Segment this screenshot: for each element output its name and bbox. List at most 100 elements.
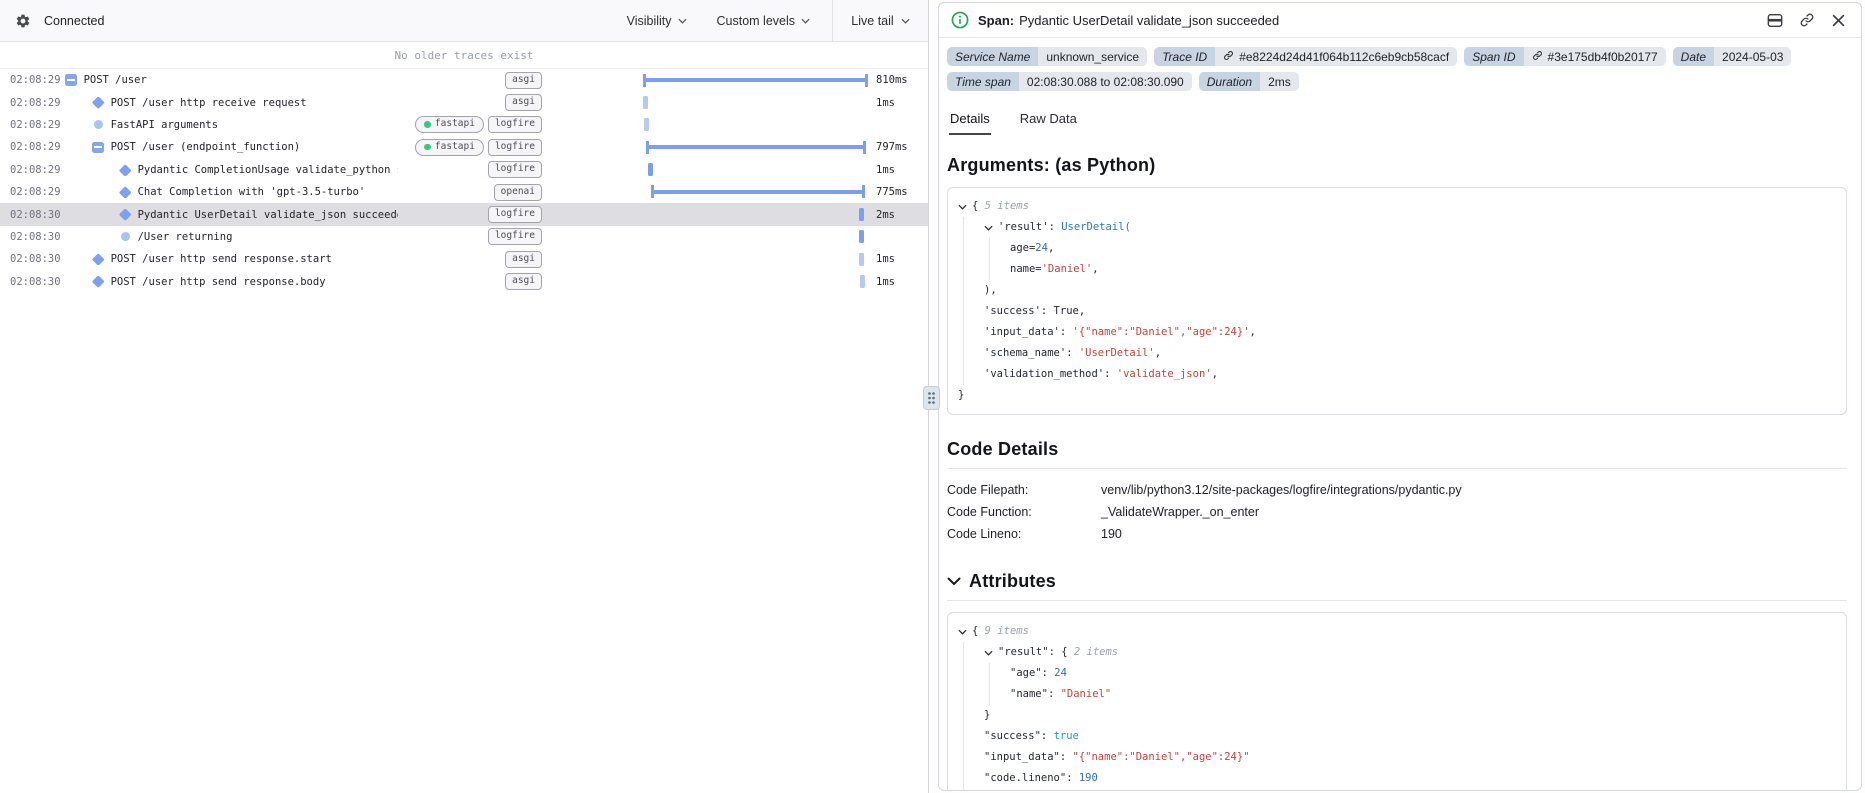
badge-value[interactable]: #3e175db4f0b20177	[1523, 47, 1666, 66]
token: :	[1059, 326, 1073, 338]
json-line: age= 24,	[958, 238, 1836, 259]
trace-row[interactable]: 02:08:30 POST /user http send response.bo…	[0, 271, 928, 293]
code-detail-row: Code Lineno: 190	[947, 523, 1847, 545]
tag-asgi: asgi	[505, 94, 542, 112]
token: UserDetail(	[1061, 221, 1131, 233]
trace-row-label: POST /user	[83, 74, 147, 87]
trace-row[interactable]: 02:08:29 POST /user asgi 810ms	[0, 69, 928, 91]
trace-row-label: /User returning	[137, 230, 233, 243]
token: }	[984, 709, 991, 721]
tab-details[interactable]: Details	[949, 107, 991, 135]
trace-row[interactable]: 02:08:29 FastAPI arguments fastapi logfire	[0, 114, 928, 136]
trace-row[interactable]: 02:08:30/User returning logfire	[0, 226, 928, 248]
close-icon[interactable]	[1830, 12, 1847, 29]
span-diamond-icon	[119, 186, 132, 199]
token: : {	[1048, 646, 1074, 658]
json-line: 'validation_method': 'validate_json',	[958, 364, 1836, 385]
trace-row-tags: asgi	[398, 71, 548, 89]
tag-logfire: logfire	[487, 228, 542, 246]
gear-icon[interactable]	[14, 12, 31, 29]
badge-row: Service Name unknown_service Trace ID #e822…	[947, 47, 1847, 66]
trace-row-tags: asgi	[398, 273, 548, 291]
trace-row-tags: fastapi logfire	[398, 138, 548, 156]
chevron-down-icon[interactable]	[984, 642, 998, 663]
token: :	[1104, 368, 1117, 380]
chevron-down-icon[interactable]	[984, 217, 998, 238]
attributes-json-tree: { 9 items "result": { 2 items "age": 24 "na…	[947, 612, 1847, 790]
trace-row[interactable]: 02:08:29 Chat Completion with 'gpt-3.5-tu…	[0, 181, 928, 203]
trace-row-main: POST /user (endpoint_function)	[61, 141, 398, 153]
token: :	[1059, 751, 1073, 763]
badge-time-span: Time span 02:08:30.088 to 02:08:30.090	[947, 72, 1192, 91]
trace-row-time: 02:08:30	[10, 208, 61, 221]
token: 24	[1035, 242, 1048, 254]
tab-raw-data[interactable]: Raw Data	[1019, 107, 1078, 135]
trace-row-timeline	[548, 136, 870, 158]
trace-row-label: POST /user (endpoint_function)	[110, 141, 301, 154]
collapse-minus-square-icon[interactable]	[92, 141, 105, 154]
duration-tick	[859, 230, 864, 244]
trace-row-timeline	[548, 114, 870, 136]
trace-row-timeline	[548, 181, 870, 203]
badge-value: 02:08:30.088 to 02:08:30.090	[1018, 72, 1192, 91]
badge-label: Span ID	[1464, 47, 1524, 66]
token: ),	[984, 284, 997, 296]
token: ,	[1211, 368, 1218, 380]
span-meta-badges: Service Name unknown_service Trace ID #e822…	[947, 47, 1847, 91]
token: 9 items	[984, 625, 1029, 637]
trace-row-main: POST /user	[61, 74, 398, 86]
span-detail-panel: Span: Pydantic UserDetail validate_json …	[938, 2, 1862, 791]
trace-row[interactable]: 02:08:29 POST /user http receive request a…	[0, 91, 928, 113]
indent-guide	[958, 663, 984, 684]
token: 'validate_json'	[1116, 368, 1212, 380]
json-line: "age": 24	[958, 663, 1836, 684]
chevron-down-icon[interactable]	[958, 621, 972, 642]
token: 'schema_name'	[984, 347, 1067, 359]
badge-value: 2024-05-03	[1714, 47, 1792, 66]
trace-row[interactable]: 02:08:30 POST /user http send response.st…	[0, 248, 928, 270]
duration-bar	[643, 73, 868, 87]
token: :	[1066, 789, 1079, 790]
no-older-traces-notice: No older traces exist	[0, 42, 928, 69]
token: ,	[1249, 326, 1256, 338]
tag-fastapi: fastapi	[415, 116, 484, 134]
custom-levels-dropdown[interactable]: Custom levels	[717, 14, 811, 28]
panel-splitter-handle[interactable]	[923, 386, 940, 410]
chevron-down-icon[interactable]	[958, 196, 972, 217]
trace-row-tags: openai	[398, 183, 548, 201]
json-line: 'schema_name': 'UserDetail',	[958, 343, 1836, 364]
code-details-heading: Code Details	[947, 439, 1059, 459]
visibility-dropdown[interactable]: Visibility	[627, 14, 687, 28]
collapse-minus-square-icon[interactable]	[65, 74, 78, 86]
chevron-down-icon	[801, 18, 810, 24]
token: 'UserDetail'	[1078, 347, 1155, 359]
json-line: }	[958, 385, 1836, 406]
attributes-heading[interactable]: Attributes	[947, 571, 1847, 592]
log-circle-icon	[92, 120, 105, 130]
duration-label: 1ms	[876, 163, 895, 176]
token: :	[1040, 730, 1054, 742]
token: true	[1053, 730, 1079, 742]
duration-tick	[644, 118, 649, 132]
link-icon[interactable]	[1798, 12, 1815, 29]
indent-guide	[958, 217, 984, 238]
badge-value[interactable]: #e8224d24d41f064b112c6eb9cb58cacf	[1215, 47, 1458, 66]
arguments-heading: Arguments: (as Python)	[947, 155, 1156, 175]
trace-row[interactable]: 02:08:29 Pydantic CompletionUsage validat…	[0, 159, 928, 181]
duration-tick	[859, 207, 864, 221]
live-tail-dropdown[interactable]: Live tail	[832, 0, 928, 41]
trace-row[interactable]: 02:08:30 Pydantic UserDetail validate_jso…	[0, 203, 928, 226]
dock-panel-icon[interactable]	[1766, 12, 1783, 29]
duration-bar	[651, 185, 865, 199]
duration-label: 2ms	[876, 208, 895, 221]
span-diamond-icon	[119, 208, 132, 221]
duration-label: 797ms	[876, 141, 908, 154]
json-line: "code.lineno": 190	[958, 768, 1836, 789]
duration-label: 775ms	[876, 186, 908, 199]
tag-logfire: logfire	[487, 138, 542, 156]
log-circle-icon	[119, 232, 132, 242]
trace-row-label: Chat Completion with 'gpt-3.5-turbo'	[137, 186, 366, 199]
trace-row[interactable]: 02:08:29 POST /user (endpoint_function) fa…	[0, 136, 928, 158]
trace-row-timeline	[548, 226, 870, 248]
duration-tick	[860, 275, 865, 289]
